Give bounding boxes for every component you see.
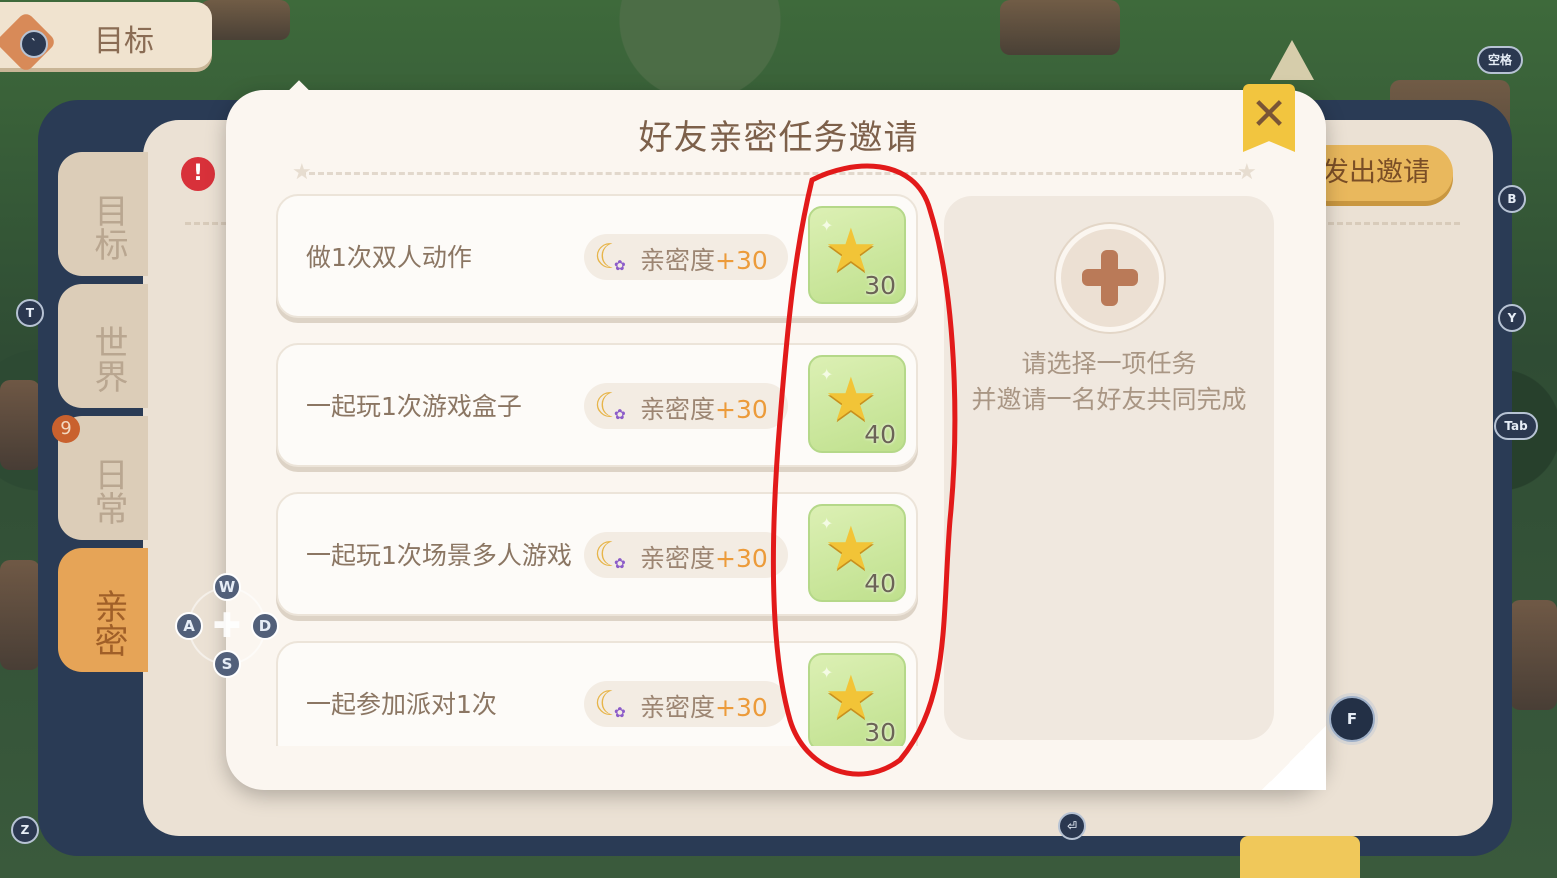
affinity-label: 亲密度 xyxy=(640,544,716,573)
affinity-label: 亲密度 xyxy=(640,246,716,275)
key-hint-space: 空格 xyxy=(1477,46,1523,74)
tab-world-label: 世界 xyxy=(88,325,128,393)
world-decoration xyxy=(0,380,40,470)
key-hint-s: S xyxy=(213,650,241,678)
affinity-text: 亲密度+30 xyxy=(640,390,768,426)
page-curl xyxy=(1262,726,1326,790)
back-key-hint: ` xyxy=(20,30,48,58)
world-decoration xyxy=(0,560,40,670)
close-icon: ✕ xyxy=(1250,89,1288,140)
key-hint-y: Y xyxy=(1498,304,1526,332)
world-decoration xyxy=(200,0,290,40)
affinity-bonus: ☾ ✿ 亲密度+30 xyxy=(584,234,788,280)
affinity-value: +30 xyxy=(715,544,768,573)
reward-count: 30 xyxy=(864,271,896,300)
select-hint-line2: 并邀请一名好友共同完成 xyxy=(971,385,1247,414)
key-hint-t: T xyxy=(16,299,44,327)
affinity-value: +30 xyxy=(715,395,768,424)
title-divider xyxy=(300,172,1250,175)
affinity-text: 亲密度+30 xyxy=(640,688,768,724)
key-hint-w: W xyxy=(213,573,241,601)
task-list[interactable]: 做1次双人动作 ☾ ✿ 亲密度+30 ✦ ★ 30 一起玩1次游戏盒子 ☾ ✿ … xyxy=(274,192,922,746)
reward-count: 40 xyxy=(864,420,896,449)
bow-icon: ✿ xyxy=(614,407,626,423)
exclamation-icon: ! xyxy=(181,157,215,191)
affinity-bonus: ☾ ✿ 亲密度+30 xyxy=(584,681,788,727)
tab-goal-label: 目标 xyxy=(88,193,128,261)
send-invite-label: 发出邀请 xyxy=(1322,157,1430,188)
affinity-bonus: ☾ ✿ 亲密度+30 xyxy=(584,532,788,578)
star-icon: ★ xyxy=(292,160,312,185)
tab-intimacy[interactable]: 亲密 xyxy=(58,548,148,672)
tab-intimacy-label: 亲密 xyxy=(88,589,128,657)
select-hint-line1: 请选择一项任务 xyxy=(1021,349,1197,378)
world-decoration xyxy=(1270,40,1314,80)
notification-badge: 9 xyxy=(52,415,80,443)
task-name: 一起参加派对1次 xyxy=(306,690,497,719)
bow-icon: ✿ xyxy=(614,705,626,721)
key-hint-a: A xyxy=(175,612,203,640)
key-hint-f[interactable]: F xyxy=(1329,696,1375,742)
task-name: 做1次双人动作 xyxy=(306,243,472,272)
affinity-value: +30 xyxy=(715,246,768,275)
bow-icon: ✿ xyxy=(614,556,626,572)
star-icon: ★ xyxy=(1237,160,1257,185)
reward-count: 30 xyxy=(864,718,896,746)
affinity-label: 亲密度 xyxy=(640,693,716,722)
bow-icon: ✿ xyxy=(614,258,626,274)
key-hint-z: Z xyxy=(11,816,39,844)
key-hint-b: B xyxy=(1498,185,1526,213)
task-row[interactable]: 一起玩1次游戏盒子 ☾ ✿ 亲密度+30 ✦ ★ 40 xyxy=(276,343,918,467)
world-decoration xyxy=(1000,0,1120,55)
tab-goal[interactable]: 目标 xyxy=(58,152,148,276)
affinity-bonus: ☾ ✿ 亲密度+30 xyxy=(584,383,788,429)
reward-item[interactable]: ✦ ★ 30 xyxy=(808,653,906,746)
task-name: 一起玩1次场景多人游戏 xyxy=(306,541,572,570)
key-hint-enter: ⏎ xyxy=(1058,812,1086,840)
task-name: 一起玩1次游戏盒子 xyxy=(306,392,522,421)
reward-item[interactable]: ✦ ★ 40 xyxy=(808,504,906,602)
plus-icon[interactable] xyxy=(1056,224,1164,332)
dpad-icon: ✚ xyxy=(212,606,242,646)
affinity-value: +30 xyxy=(715,693,768,722)
dialog-title: 好友亲密任务邀请 xyxy=(638,118,919,158)
goal-tab-label: 目标 xyxy=(94,24,154,59)
tab-daily-label: 日常 xyxy=(88,457,128,525)
reward-item[interactable]: ✦ ★ 40 xyxy=(808,355,906,453)
world-decoration xyxy=(1510,600,1557,710)
bottom-tab xyxy=(1240,836,1360,878)
key-hint-tab: Tab xyxy=(1494,412,1538,440)
task-row[interactable]: 一起玩1次场景多人游戏 ☾ ✿ 亲密度+30 ✦ ★ 40 xyxy=(276,492,918,616)
reward-item[interactable]: ✦ ★ 30 xyxy=(808,206,906,304)
affinity-text: 亲密度+30 xyxy=(640,539,768,575)
tab-world[interactable]: 世界 xyxy=(58,284,148,408)
affinity-label: 亲密度 xyxy=(640,395,716,424)
affinity-text: 亲密度+30 xyxy=(640,241,768,277)
reward-count: 40 xyxy=(864,569,896,598)
key-hint-d: D xyxy=(251,612,279,640)
task-row[interactable]: 做1次双人动作 ☾ ✿ 亲密度+30 ✦ ★ 30 xyxy=(276,194,918,318)
task-row[interactable]: 一起参加派对1次 ☾ ✿ 亲密度+30 ✦ ★ 30 xyxy=(276,641,918,746)
